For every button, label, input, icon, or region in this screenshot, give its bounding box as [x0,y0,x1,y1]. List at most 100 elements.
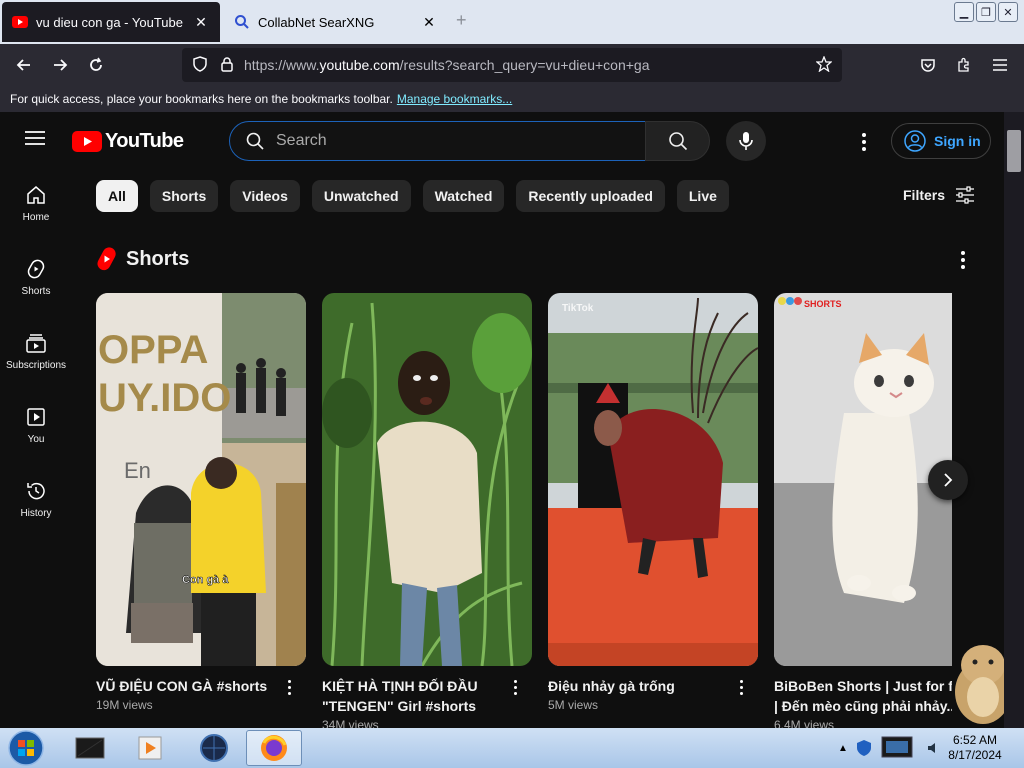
masthead: YouTube Search Sign in [0,112,1004,170]
sidebar-label: You [27,434,45,445]
you-icon [27,408,45,426]
filters-button[interactable]: Filters [903,186,975,204]
account-icon [904,130,926,152]
overlay-caption: TikTok [562,303,594,314]
overlay-caption: Con gà à [182,574,229,586]
tray-expand-icon[interactable]: ▲ [838,743,848,754]
youtube-page: YouTube Search Sign in Home Shorts Subsc… [0,112,1024,728]
forward-icon[interactable] [42,47,78,83]
sidebar-item-you[interactable]: You [0,392,72,466]
short-thumbnail[interactable]: SHORTS [774,293,952,666]
short-card[interactable]: OPPA UY.IDO En Con gà à VŨ ĐIỆU CON GÀ #… [96,293,306,712]
chip-shorts[interactable]: Shorts [149,180,219,212]
taskbar-terminal[interactable] [62,730,118,766]
minimize-icon[interactable]: ▁ [954,2,974,22]
address-bar[interactable]: https://www. youtube.com/results?search_q… [182,48,842,82]
short-more-icon[interactable] [508,678,522,696]
chip-live[interactable]: Live [676,180,729,212]
network-monitor-icon [881,736,913,758]
taskbar-globe-app[interactable] [186,730,242,766]
chip-unwatched[interactable]: Unwatched [311,180,411,212]
short-title[interactable]: VŨ ĐIỆU CON GÀ #shorts [96,676,276,696]
shelf-more-icon[interactable] [955,250,971,270]
search-input[interactable]: Search [229,121,646,161]
restore-icon[interactable]: ❐ [976,2,996,22]
short-views: 34M views [322,718,379,728]
short-thumbnail[interactable] [322,293,532,666]
hamburger-menu-icon[interactable] [24,130,46,151]
sidebar-item-history[interactable]: History [0,466,72,540]
youtube-logo[interactable]: YouTube [72,130,184,153]
tab-close-icon[interactable]: ✕ [420,14,438,31]
tab-youtube[interactable]: vu dieu con ga - YouTube ✕ [2,2,220,42]
taskbar-clock[interactable]: 6:52 AM 8/17/2024 [940,733,1010,763]
scrollbar-thumb[interactable] [1007,130,1021,172]
taskbar-media-player[interactable] [122,730,178,766]
filters-label: Filters [903,187,946,203]
system-tray: ▲ [838,728,942,768]
chip-all[interactable]: All [96,180,138,212]
taskbar-firefox[interactable] [246,730,302,766]
shield-icon[interactable] [192,55,208,75]
tab-close-icon[interactable]: ✕ [192,14,210,31]
search-button[interactable] [645,121,710,161]
bookmarks-toolbar: For quick access, place your bookmarks h… [0,86,1024,112]
search-placeholder: Search [276,132,327,149]
close-window-icon[interactable]: ✕ [998,2,1018,22]
navigation-toolbar: https://www. youtube.com/results?search_q… [0,44,1024,86]
reload-icon[interactable] [78,47,114,83]
sidebar-item-home[interactable]: Home [0,170,72,244]
start-button[interactable] [4,728,48,768]
tab-title: CollabNet SearXNG [258,14,375,30]
short-title[interactable]: BiBoBen Shorts | Just for fun | Đến mèo … [774,676,952,716]
svg-text:UY.IDO: UY.IDO [98,376,231,420]
short-card[interactable]: SHORTS BiBoBen Shorts | Just for fun | Đ… [774,293,952,728]
sidebar-label: History [20,508,52,519]
sidebar-item-subscriptions[interactable]: Subscriptions [0,318,72,392]
short-title[interactable]: Điệu nhảy gà trống [548,676,728,696]
short-card[interactable]: TikTok Điệu nhảy gà trống 5M views [548,293,758,712]
chip-watched[interactable]: Watched [422,180,505,212]
short-views: 19M views [96,698,153,712]
pocket-icon[interactable] [910,47,946,83]
page-scrollbar[interactable] [1004,112,1024,728]
sign-in-button[interactable]: Sign in [891,123,991,159]
bookmark-star-icon[interactable] [815,54,833,75]
security-shield-icon [856,740,871,756]
shorts-shelf-header: Shorts [96,246,189,272]
terminal-icon [75,737,105,759]
chevron-right-icon [944,473,953,487]
taskbar: ▲ 6:52 AM 8/17/2024 [0,728,1024,768]
chip-recently-uploaded[interactable]: Recently uploaded [516,180,665,212]
mini-guide: Home Shorts Subscriptions You History [0,170,72,540]
new-tab-button[interactable]: + [456,10,467,31]
next-arrow-button[interactable] [928,460,968,500]
globe-icon [200,734,228,762]
sign-in-label: Sign in [934,133,981,149]
manage-bookmarks-link[interactable]: Manage bookmarks... [397,92,512,106]
back-icon[interactable] [6,47,42,83]
menu-icon[interactable] [982,47,1018,83]
short-thumbnail[interactable]: OPPA UY.IDO En Con gà à [96,293,306,666]
url-prefix: https://www. [244,57,320,73]
youtube-play-icon [72,131,102,152]
tab-strip: vu dieu con ga - YouTube ✕ CollabNet Sea… [0,0,1024,44]
short-card[interactable]: KIỆT HÀ TỊNH ĐỐI ĐẦU "TENGEN" Girl #shor… [322,293,532,728]
history-icon [27,482,45,500]
extensions-icon[interactable] [946,47,982,83]
settings-more-icon[interactable] [855,131,873,153]
shorts-shelf: OPPA UY.IDO En Con gà à VŨ ĐIỆU CON GÀ #… [96,293,952,728]
lock-icon[interactable] [220,56,234,75]
short-more-icon[interactable] [734,678,748,696]
chip-videos[interactable]: Videos [230,180,300,212]
search-favicon-icon [234,14,250,30]
short-thumbnail[interactable]: TikTok [548,293,758,666]
voice-search-button[interactable] [726,121,766,161]
sidebar-item-shorts[interactable]: Shorts [0,244,72,318]
short-more-icon[interactable] [282,678,296,696]
tab-searxng[interactable]: CollabNet SearXNG ✕ [224,2,448,42]
windows-logo-icon [8,730,44,766]
window-controls: ▁ ❐ ✕ [954,2,1018,22]
short-title[interactable]: KIỆT HÀ TỊNH ĐỐI ĐẦU "TENGEN" Girl #shor… [322,676,502,716]
shorts-heading: Shorts [126,247,190,270]
